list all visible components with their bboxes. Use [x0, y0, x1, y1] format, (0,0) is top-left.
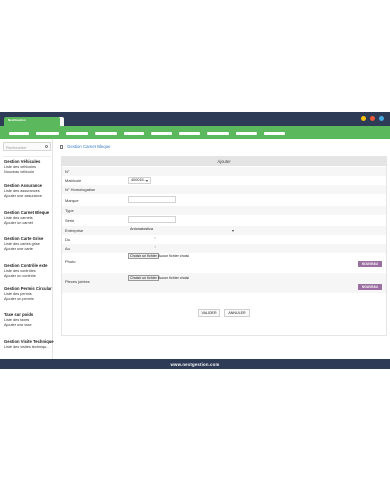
entreprise-select[interactable]: Antonatostica [128, 227, 238, 234]
marque-input[interactable] [128, 196, 176, 203]
type-label: Type [65, 208, 74, 213]
photo-label: Photo [65, 259, 76, 264]
sidebar: Rechercher Gestion Véhicules Liste des v… [0, 139, 54, 364]
matricule-label: Matricule [65, 178, 82, 183]
numero-label: N° [65, 169, 70, 174]
chevron-down-icon: ▾ [146, 178, 149, 183]
add-photo-button[interactable]: NOUVEAU [358, 261, 382, 267]
sidebar-section-carnet[interactable]: Gestion Carnet Bleque [4, 210, 49, 215]
sidebar-item-liste-visites[interactable]: Liste des visites techniqu... [4, 345, 49, 349]
form-row-stripe [62, 244, 386, 253]
panel-title: Ajouter [217, 159, 231, 164]
sidebar-item-ajouter-permis[interactable]: Ajouter un permis [4, 297, 34, 301]
form-row-stripe [62, 206, 386, 215]
browser-top-bar: NextGestion [0, 112, 390, 126]
chevron-down-icon: ▾ [232, 228, 235, 233]
cancel-button[interactable]: ANNULER [224, 309, 250, 317]
du-label: Du [65, 237, 71, 242]
menu-item-7[interactable] [179, 132, 200, 135]
sidebar-item-ajouter-taxe[interactable]: Ajouter une taxe [4, 323, 32, 327]
menu-item-3[interactable] [66, 132, 88, 135]
sidebar-item-ajouter-controle[interactable]: Ajouter un contrôle [4, 274, 36, 278]
date-au-input[interactable]: ▫ [128, 245, 156, 252]
sidebar-section-carte-grise[interactable]: Gestion Carte Grise [4, 236, 43, 241]
window-controls [361, 116, 384, 121]
sidebar-item-liste-permis[interactable]: Liste des permis [4, 292, 32, 296]
footer-url[interactable]: www.nextgestion.com [0, 362, 390, 367]
date-picker-icon: ▫ [154, 245, 156, 249]
sidebar-section-assurance[interactable]: Gestion Assurance [4, 183, 42, 188]
sidebar-item-liste-cartes[interactable]: Liste des cartes grise [4, 242, 40, 246]
matricule-value: 400015... [131, 178, 147, 182]
sidebar-item-liste-controles[interactable]: Liste des contrôles [4, 269, 36, 273]
sidebar-item-ajouter-assurance[interactable]: Ajouter une assurance [4, 194, 42, 198]
sidebar-section-permis[interactable]: Gestion Permis Circular [4, 286, 52, 291]
form-row-stripe [62, 167, 386, 176]
sidebar-section-vehicules[interactable]: Gestion Véhicules [4, 159, 40, 164]
document-icon [60, 145, 63, 149]
date-picker-icon: ▫ [154, 236, 156, 240]
browser-tab-active[interactable]: NextGestion [4, 117, 60, 126]
sidebar-section-taxe[interactable]: Taxe sur poids [4, 312, 33, 317]
sidebar-section-controle[interactable]: Gestion Contrôle exte [4, 263, 48, 268]
pieces-label: Pieces jointes [65, 279, 90, 284]
panel-header: Ajouter [62, 157, 386, 166]
breadcrumb[interactable]: Gestion Carnet Bleque [67, 144, 110, 149]
pieces-file-button[interactable]: Choisir un fichier [128, 275, 159, 281]
pieces-file-status: Aucun fichier choisi [158, 276, 189, 280]
menu-item-8[interactable] [207, 132, 229, 135]
menu-item-10[interactable] [264, 132, 285, 135]
sidebar-item-liste-carnets[interactable]: Liste des carnets [4, 216, 33, 220]
app-window: NextGestion Rechercher Gestion Véhicules… [0, 112, 390, 369]
minimize-dot-icon[interactable] [361, 116, 366, 121]
entreprise-value: Antonatostica [130, 227, 154, 231]
form-panel: Ajouter N° Matricule 400015... ▾ N° Homo… [61, 156, 387, 336]
footer: www.nextgestion.com [0, 359, 390, 369]
menu-item-5[interactable] [124, 132, 144, 135]
marque-label: Marque [65, 198, 79, 203]
sidebar-item-ajouter-carnet[interactable]: Ajouter un carnet [4, 221, 33, 225]
serie-label: Série [65, 218, 75, 223]
sidebar-item-ajouter-carte[interactable]: Ajouter une carte [4, 247, 33, 251]
date-du-input[interactable]: ▫ [128, 236, 156, 243]
homologation-label: N° Homologation [65, 187, 96, 192]
search-input[interactable]: Rechercher [3, 142, 51, 151]
photo-file-status: Aucun fichier choisi [158, 254, 189, 258]
form-row-stripe [62, 185, 386, 194]
browser-tab-label: NextGestion [8, 118, 26, 122]
validate-button[interactable]: VALIDER [198, 309, 220, 317]
menu-item-4[interactable] [95, 132, 117, 135]
sidebar-item-liste-vehicules[interactable]: Liste des véhicules [4, 165, 36, 169]
sidebar-divider [3, 156, 51, 157]
maximize-dot-icon[interactable] [379, 116, 384, 121]
form-row-stripe [62, 273, 386, 293]
search-icon [45, 145, 48, 148]
menu-item-1[interactable] [9, 132, 29, 135]
main-menu-bar [0, 126, 390, 139]
menu-item-2[interactable] [36, 132, 59, 135]
photo-file-button[interactable]: Choisir un fichier [128, 253, 159, 259]
search-placeholder: Rechercher [6, 145, 27, 150]
menu-item-6[interactable] [151, 132, 172, 135]
au-label: Au [65, 246, 70, 251]
serie-input[interactable] [128, 216, 176, 223]
sidebar-item-nouveau-vehicule[interactable]: Nouveau véhicule [4, 170, 34, 174]
close-dot-icon[interactable] [370, 116, 375, 121]
sidebar-item-liste-assurances[interactable]: Liste des assurances [4, 189, 40, 193]
entreprise-label: Entreprise [65, 228, 84, 233]
sidebar-item-liste-taxes[interactable]: Liste des taxes [4, 318, 29, 322]
sidebar-section-visite[interactable]: Gestion Visite Technique [4, 339, 54, 344]
add-piece-button[interactable]: NOUVEAU [358, 284, 382, 290]
menu-item-9[interactable] [236, 132, 257, 135]
